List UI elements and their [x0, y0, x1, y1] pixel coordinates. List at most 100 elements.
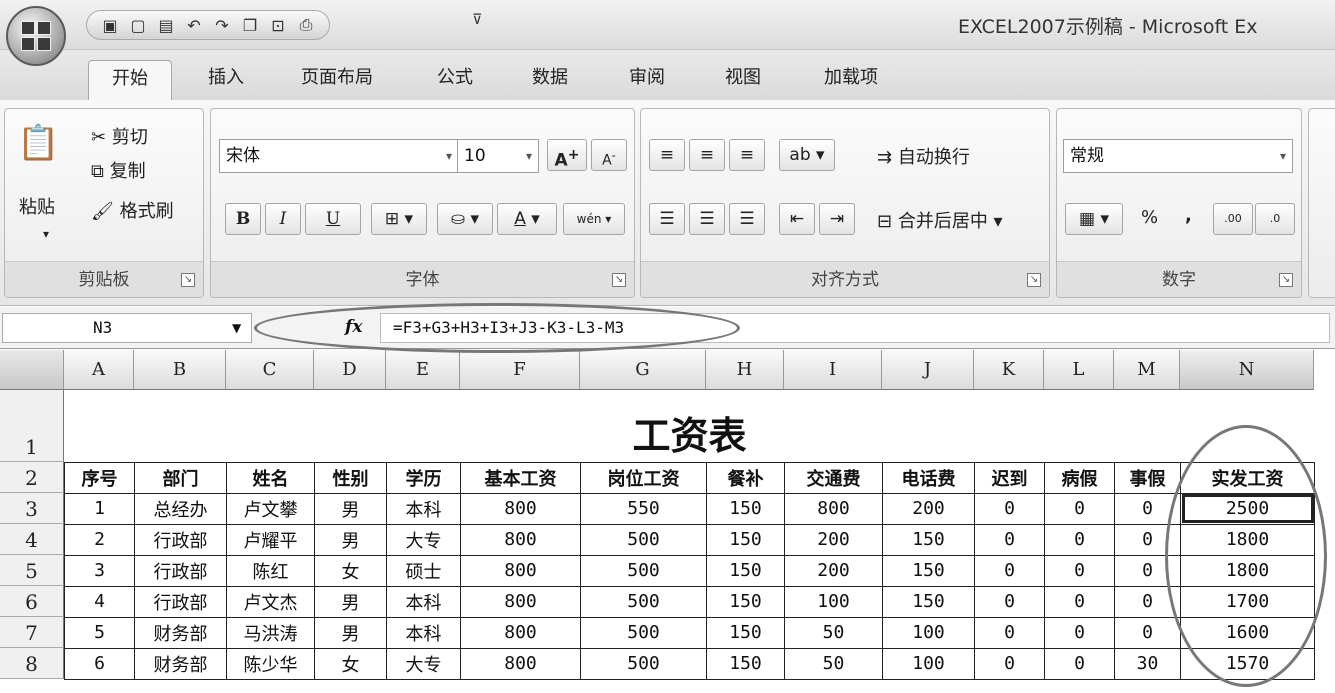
align-middle-button[interactable]: ≡: [689, 139, 725, 171]
table-cell[interactable]: 0: [974, 523, 1045, 556]
paste-button[interactable]: 粘贴: [19, 193, 55, 219]
grow-font-button[interactable]: A+: [547, 139, 587, 171]
column-header[interactable]: D: [314, 350, 386, 390]
table-cell[interactable]: 卢文攀: [226, 492, 315, 525]
column-header[interactable]: F: [460, 350, 580, 390]
tab-review[interactable]: 审阅: [612, 60, 682, 100]
header-cell[interactable]: 序号: [64, 461, 135, 494]
table-cell[interactable]: 马洪涛: [226, 616, 315, 649]
header-cell[interactable]: 性别: [314, 461, 387, 494]
header-cell[interactable]: 迟到: [974, 461, 1045, 494]
table-cell[interactable]: 1: [64, 492, 135, 525]
comma-button[interactable]: ,: [1185, 205, 1192, 226]
table-cell[interactable]: 0: [1044, 585, 1115, 618]
accounting-format-button[interactable]: ▦ ▾: [1065, 203, 1123, 235]
align-right-button[interactable]: ☰: [729, 203, 765, 235]
new-document-icon[interactable]: ▢: [127, 15, 149, 35]
table-cell[interactable]: 陈少华: [226, 647, 315, 680]
table-cell[interactable]: 150: [882, 554, 975, 587]
column-header[interactable]: I: [784, 350, 882, 390]
align-left-button[interactable]: ☰: [649, 203, 685, 235]
redo-icon[interactable]: ↷: [211, 15, 233, 35]
tab-addins[interactable]: 加载项: [806, 60, 896, 100]
borders-button[interactable]: ⊞ ▾: [371, 203, 427, 235]
sheet-title[interactable]: 工资表: [65, 390, 1315, 462]
table-cell[interactable]: 1600: [1180, 616, 1315, 649]
copy-doc-icon[interactable]: ❐: [239, 15, 261, 35]
column-header[interactable]: A: [64, 350, 134, 390]
phonetic-button[interactable]: wén ▾: [563, 203, 625, 235]
format-painter-button[interactable]: 🖌 格式刷: [91, 197, 174, 223]
table-cell[interactable]: 本科: [386, 585, 461, 618]
font-launcher-icon[interactable]: ↘: [612, 273, 626, 287]
header-cell[interactable]: 姓名: [226, 461, 315, 494]
table-cell[interactable]: 500: [580, 585, 707, 618]
row-header[interactable]: 1: [0, 390, 64, 462]
tab-view[interactable]: 视图: [708, 60, 778, 100]
fill-color-button[interactable]: ⛀ ▾: [437, 203, 493, 235]
table-cell[interactable]: 0: [974, 616, 1045, 649]
column-header[interactable]: H: [706, 350, 784, 390]
table-cell[interactable]: 800: [784, 492, 883, 525]
table-cell[interactable]: 0: [1114, 492, 1181, 525]
table-cell[interactable]: 150: [706, 523, 785, 556]
table-cell[interactable]: 大专: [386, 647, 461, 680]
table-cell[interactable]: 0: [974, 647, 1045, 680]
header-cell[interactable]: 交通费: [784, 461, 883, 494]
table-cell[interactable]: 50: [784, 616, 883, 649]
table-cell[interactable]: 4: [64, 585, 135, 618]
table-cell[interactable]: 150: [706, 554, 785, 587]
table-cell[interactable]: 1700: [1180, 585, 1315, 618]
table-cell[interactable]: 硕士: [386, 554, 461, 587]
header-cell[interactable]: 基本工资: [460, 461, 581, 494]
font-name-select[interactable]: 宋体 ▾: [219, 139, 459, 173]
table-cell[interactable]: 男: [314, 492, 387, 525]
alignment-launcher-icon[interactable]: ↘: [1027, 273, 1041, 287]
header-cell[interactable]: 电话费: [882, 461, 975, 494]
copy-button[interactable]: ⧉ 复制: [91, 157, 146, 183]
align-center-button[interactable]: ☰: [689, 203, 725, 235]
table-cell[interactable]: 行政部: [134, 554, 227, 587]
row-header[interactable]: 2: [0, 462, 64, 493]
table-cell[interactable]: 行政部: [134, 523, 227, 556]
table-cell[interactable]: 0: [1044, 616, 1115, 649]
align-top-button[interactable]: ≡: [649, 139, 685, 171]
header-cell[interactable]: 部门: [134, 461, 227, 494]
table-cell[interactable]: 6: [64, 647, 135, 680]
table-cell[interactable]: 男: [314, 616, 387, 649]
column-header[interactable]: L: [1044, 350, 1114, 390]
insert-function-icon[interactable]: fx: [345, 317, 362, 337]
table-cell[interactable]: 3: [64, 554, 135, 587]
column-header[interactable]: B: [134, 350, 226, 390]
chevron-down-icon[interactable]: ▼: [232, 321, 241, 335]
table-cell[interactable]: 男: [314, 523, 387, 556]
header-cell[interactable]: 病假: [1044, 461, 1115, 494]
table-cell[interactable]: 5: [64, 616, 135, 649]
tab-page-layout[interactable]: 页面布局: [282, 60, 392, 100]
cut-button[interactable]: ✂ 剪切: [91, 123, 148, 149]
column-header-selected[interactable]: N: [1180, 350, 1314, 390]
table-cell[interactable]: 500: [580, 554, 707, 587]
number-launcher-icon[interactable]: ↘: [1279, 273, 1293, 287]
table-cell[interactable]: 500: [580, 616, 707, 649]
wrap-text-button[interactable]: ⇉ 自动换行: [877, 143, 970, 169]
table-cell[interactable]: 女: [314, 554, 387, 587]
table-cell[interactable]: 行政部: [134, 585, 227, 618]
table-cell[interactable]: 1800: [1180, 523, 1315, 556]
row-header[interactable]: 6: [0, 586, 64, 617]
column-header[interactable]: K: [974, 350, 1044, 390]
column-header[interactable]: E: [386, 350, 460, 390]
table-cell[interactable]: 150: [706, 616, 785, 649]
merge-center-button[interactable]: ⊟ 合并后居中 ▾: [877, 207, 1003, 233]
print-preview-icon[interactable]: ▤: [155, 15, 177, 35]
table-cell[interactable]: 800: [460, 616, 581, 649]
table-cell[interactable]: 800: [460, 585, 581, 618]
column-header[interactable]: J: [882, 350, 974, 390]
table-cell[interactable]: 0: [1114, 523, 1181, 556]
underline-button[interactable]: U: [305, 203, 361, 235]
table-cell[interactable]: 2: [64, 523, 135, 556]
header-cell[interactable]: 岗位工资: [580, 461, 707, 494]
table-cell[interactable]: 0: [974, 585, 1045, 618]
orientation-button[interactable]: ab ▾: [779, 139, 835, 171]
table-cell[interactable]: 0: [974, 492, 1045, 525]
